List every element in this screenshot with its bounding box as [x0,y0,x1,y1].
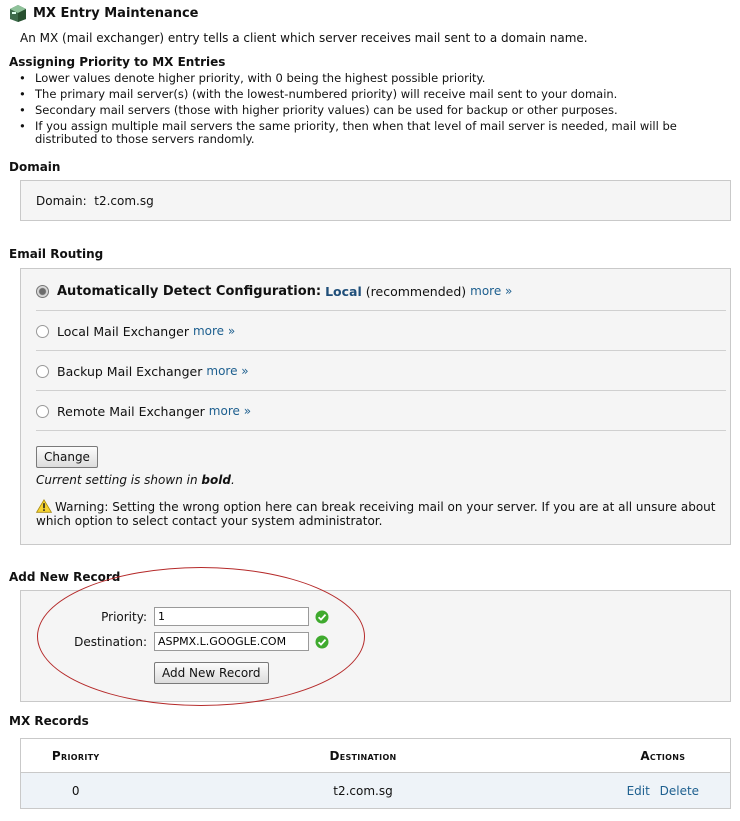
more-link-remote[interactable]: more » [209,404,251,418]
add-record-panel: Priority: Destination: Add New Record [20,590,731,702]
routing-option-local[interactable]: Local Mail Exchanger more » [36,311,726,351]
add-record-heading: Add New Record [9,570,121,584]
priority-heading: Assigning Priority to MX Entries [9,55,226,69]
priority-bullet: Secondary mail servers (those with highe… [19,102,729,118]
add-new-record-button[interactable]: Add New Record [154,662,269,684]
recommended-tag: (recommended) [365,283,467,299]
destination-label: Destination: [74,635,147,649]
current-setting-note: Current setting is shown in bold. [36,473,235,487]
priority-bullet-list: Lower values denote higher priority, wit… [9,70,729,146]
column-header-actions: Actions [595,738,731,773]
priority-bullet: If you assign multiple mail servers the … [19,120,729,146]
priority-bullet: The primary mail server(s) (with the low… [19,86,729,102]
note-bold-word: bold [201,473,231,487]
valid-check-icon [315,610,329,624]
more-link-local[interactable]: more » [193,324,235,338]
change-button[interactable]: Change [36,446,98,468]
option-label-backup: Backup Mail Exchanger [57,363,203,379]
domain-info: Domain: t2.com.sg [36,194,154,208]
option-label-auto: Automatically Detect Configuration: [57,283,322,299]
domain-panel: Domain: t2.com.sg [20,180,731,221]
routing-option-remote[interactable]: Remote Mail Exchanger more » [36,391,726,431]
domain-value: t2.com.sg [94,194,154,208]
note-text: Current setting is shown in [36,473,198,487]
priority-label: Priority: [101,610,147,624]
valid-check-icon [315,635,329,649]
warning-text: Warning: Setting the wrong option here c… [36,500,716,528]
note-period: . [230,473,235,487]
warning-message: Warning: Setting the wrong option here c… [36,499,721,528]
radio-remote[interactable] [36,404,49,418]
column-header-destination[interactable]: Destination [130,738,596,773]
page-header: MX Entry Maintenance [8,2,199,24]
domain-heading: Domain [9,160,61,174]
mx-records-heading: MX Records [9,714,89,728]
more-link-auto[interactable]: more » [470,284,512,298]
email-routing-panel: Automatically Detect Configuration: Loca… [20,268,731,545]
cell-priority: 0 [20,772,131,809]
intro-text: An MX (mail exchanger) entry tells a cli… [20,31,588,45]
radio-backup[interactable] [36,364,49,378]
table-row: 0 t2.com.sg Edit Delete [20,772,731,809]
routing-option-backup[interactable]: Backup Mail Exchanger more » [36,351,726,391]
email-routing-heading: Email Routing [9,247,104,261]
edit-link[interactable]: Edit [627,784,650,798]
cell-destination: t2.com.sg [130,772,596,809]
mail-server-icon [10,5,26,22]
delete-link[interactable]: Delete [660,784,699,798]
page-title: MX Entry Maintenance [33,5,199,21]
domain-label: Domain: [36,194,87,208]
detected-config: Local [325,283,362,299]
divider [36,430,726,431]
warning-icon [36,499,52,513]
option-label-remote: Remote Mail Exchanger [57,403,205,419]
more-link-backup[interactable]: more » [206,364,248,378]
cell-actions: Edit Delete [595,772,731,809]
routing-option-auto[interactable]: Automatically Detect Configuration: Loca… [36,271,726,311]
priority-bullet: Lower values denote higher priority, wit… [19,70,729,86]
column-header-priority[interactable]: Priority [20,738,131,773]
destination-input[interactable] [154,632,309,651]
radio-local[interactable] [36,324,49,338]
option-label-local: Local Mail Exchanger [57,323,189,339]
table-header-row: Priority Destination Actions [20,738,731,773]
mx-records-table: Priority Destination Actions 0 t2.com.sg… [20,738,731,809]
priority-input[interactable] [154,607,309,626]
radio-auto-detect[interactable] [36,284,49,298]
